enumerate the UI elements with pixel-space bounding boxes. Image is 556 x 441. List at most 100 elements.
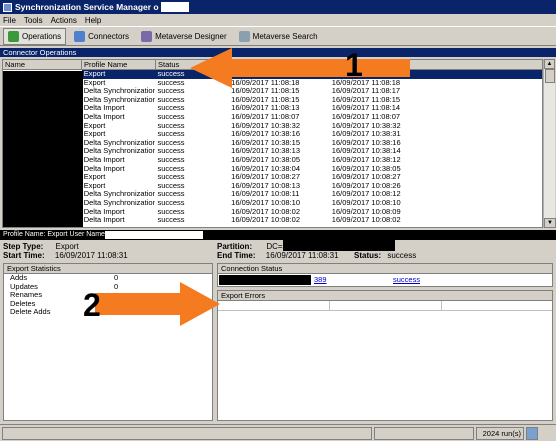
start-time-label: Start Time: (3, 251, 45, 260)
metaverse-search-button[interactable]: Metaverse Search (235, 28, 322, 45)
cell-end-time: 16/09/2017 10:38:32 (331, 121, 401, 130)
export-statistics-header: Export Statistics (4, 264, 212, 274)
cell-start-time: 16/09/2017 10:08:27 (231, 173, 300, 182)
cell-start-time: 16/09/2017 10:38:05 (231, 155, 300, 164)
metaverse-designer-button[interactable]: Metaverse Designer (137, 28, 231, 45)
cell-start-time: 16/09/2017 11:08:07 (231, 112, 300, 121)
statusbar-cell-1 (2, 426, 372, 440)
window-title: Synchronization Service Manager o (15, 2, 159, 12)
cell-profile: Delta Import (83, 155, 125, 164)
table-row[interactable]: Delta Import success 16/09/2017 10:08:02 16… (3, 208, 542, 217)
table-row[interactable]: Delta Import success 16/09/2017 11:08:13 16… (3, 104, 542, 113)
cell-status: success (157, 164, 185, 173)
connection-link[interactable]: 389 (314, 274, 327, 286)
redacted-connection (219, 275, 311, 285)
cell-end-time: 16/09/2017 10:38:12 (331, 155, 401, 164)
table-row[interactable]: Export success 16/09/2017 10:38:32 16/09/20… (3, 122, 542, 131)
scroll-up-icon[interactable]: ▲ (544, 59, 555, 69)
cell-profile: Delta Synchronization (83, 138, 156, 147)
metaverse-designer-icon (141, 30, 153, 42)
menu-help[interactable]: Help (85, 16, 101, 25)
table-row[interactable]: Delta Synchronization success 16/09/2017 1… (3, 139, 542, 148)
annotation-arrow-2 (95, 282, 220, 326)
table-row[interactable]: Delta Synchronization success 16/09/2017 1… (3, 199, 542, 208)
table-row[interactable]: Delta Import success 16/09/2017 10:08:02 16… (3, 216, 542, 225)
table-row[interactable]: Export success 16/09/2017 10:08:13 16/09/20… (3, 182, 542, 191)
table-row[interactable]: Delta Synchronization success 16/09/2017 1… (3, 190, 542, 199)
step-type-value: Export (55, 242, 79, 251)
cell-profile: Export (83, 78, 106, 87)
runs-count: 2024 run(s) (476, 426, 524, 440)
statusbar-cell-2 (374, 426, 474, 440)
cell-profile: Delta Synchronization (83, 87, 156, 96)
cell-profile: Delta Import (83, 164, 125, 173)
table-row[interactable]: Delta Synchronization success 16/09/2017 1… (3, 147, 542, 156)
status-label: Status: (354, 251, 382, 260)
annotation-number-1: 1 (345, 47, 363, 83)
errors-col-2[interactable] (330, 301, 442, 310)
col-profile-name[interactable]: Profile Name (82, 60, 156, 69)
cell-status: success (157, 181, 185, 190)
profile-bar-text: Profile Name: Export User Name: (3, 231, 107, 238)
redacted-user (105, 231, 203, 239)
metaverse-designer-label: Metaverse Designer (155, 31, 227, 41)
cell-status: success (157, 207, 185, 216)
connection-status-link[interactable]: success (393, 274, 493, 286)
start-time-value: 16/09/2017 11:08:31 (54, 251, 128, 260)
table-row[interactable]: Export success 16/09/2017 10:08:27 16/09/20… (3, 173, 542, 182)
menu-actions[interactable]: Actions (51, 16, 77, 25)
col-name[interactable]: Name (3, 60, 82, 69)
cell-end-time: 16/09/2017 10:38:14 (331, 147, 401, 156)
menu-tools[interactable]: Tools (24, 16, 43, 25)
table-row[interactable]: Delta Synchronization success 16/09/2017 1… (3, 87, 542, 96)
errors-col-3[interactable] (442, 301, 552, 310)
cell-status: success (157, 216, 185, 225)
cell-end-time: 16/09/2017 10:08:26 (331, 181, 401, 190)
table-row[interactable]: Delta Synchronization success 16/09/2017 1… (3, 96, 542, 105)
cell-profile: Delta Import (83, 104, 125, 113)
cell-start-time: 16/09/2017 10:38:13 (231, 147, 300, 156)
scroll-thumb[interactable] (545, 69, 555, 83)
errors-col-1[interactable] (218, 301, 330, 310)
redacted-title (160, 2, 189, 12)
operations-button[interactable]: Operations (3, 27, 67, 45)
menubar: File Tools Actions Help (0, 14, 556, 26)
partition-label: Partition: (217, 242, 253, 251)
redacted-name-column (3, 71, 83, 227)
export-errors-header: Export Errors (218, 291, 552, 301)
scroll-down-icon[interactable]: ▼ (544, 218, 556, 228)
menu-file[interactable]: File (3, 16, 16, 25)
cell-start-time: 16/09/2017 11:08:15 (231, 95, 300, 104)
end-time-value: 16/09/2017 11:08:31 (265, 251, 339, 260)
cell-start-time: 16/09/2017 10:08:11 (231, 190, 300, 199)
cell-end-time: 16/09/2017 10:08:09 (331, 207, 401, 216)
connectors-button[interactable]: Connectors (70, 28, 133, 45)
statusbar: 2024 run(s) (0, 424, 556, 441)
cell-status: success (157, 121, 185, 130)
cell-status: success (157, 104, 185, 113)
table-row[interactable]: Delta Import success 16/09/2017 11:08:07 16… (3, 113, 542, 122)
refresh-icon[interactable] (526, 426, 538, 440)
metaverse-search-label: Metaverse Search (252, 31, 318, 41)
cell-end-time: 16/09/2017 11:08:07 (331, 112, 401, 121)
operations-label: Operations (22, 31, 62, 41)
cell-profile: Export (83, 173, 106, 182)
cell-status: success (157, 87, 185, 96)
redacted-partition (283, 240, 395, 251)
table-row[interactable]: Delta Import success 16/09/2017 10:38:05 16… (3, 156, 542, 165)
cell-start-time: 16/09/2017 10:38:15 (231, 138, 300, 147)
cell-status: success (157, 147, 185, 156)
start-time: Start Time: 16/09/2017 11:08:31 (3, 251, 128, 260)
table-row[interactable]: Export success 16/09/2017 10:38:16 16/09/20… (3, 130, 542, 139)
cell-profile: Export (83, 130, 106, 139)
annotation-number-2: 2 (83, 287, 101, 323)
connection-status-header: Connection Status (218, 264, 552, 274)
cell-status: success (157, 138, 185, 147)
cell-end-time: 16/09/2017 10:38:05 (331, 164, 401, 173)
end-time: End Time: 16/09/2017 11:08:31 (217, 251, 339, 260)
cell-status: success (157, 198, 185, 207)
table-row[interactable]: Delta Import success 16/09/2017 10:38:04 16… (3, 165, 542, 174)
grid-scrollbar[interactable]: ▲ ▼ (543, 59, 556, 228)
cell-status: success (157, 112, 185, 121)
annotation-arrow-1 (190, 48, 410, 88)
